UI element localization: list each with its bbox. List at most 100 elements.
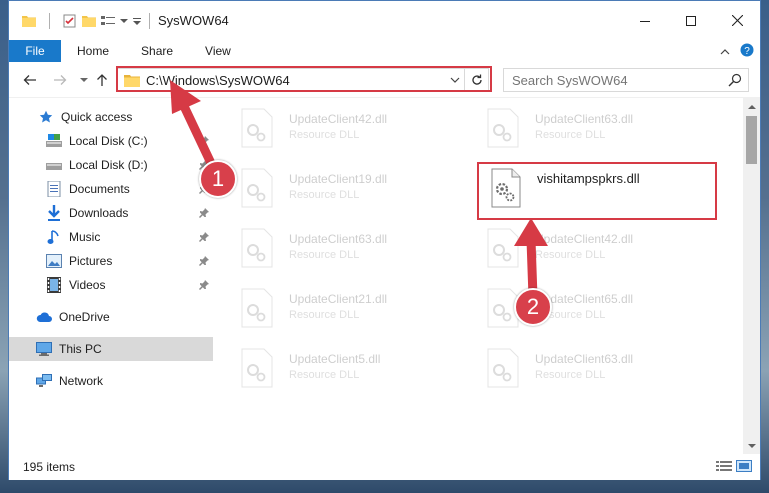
help-icon[interactable]: ? [740,43,754,60]
forward-button[interactable] [51,71,69,89]
search-icon[interactable] [728,73,742,90]
sidebar-item-network[interactable]: Network [9,369,213,393]
sidebar-item-music[interactable]: Music [9,225,213,249]
recent-locations-icon[interactable] [75,71,93,89]
sidebar-item-label: This PC [59,342,102,356]
sidebar-item-label: Videos [69,278,106,292]
file-name: UpdateClient21.dll [289,292,388,306]
dll-file-icon [241,228,277,272]
sidebar-item-documents[interactable]: Documents [9,177,213,201]
back-button[interactable] [21,71,39,89]
sidebar-item-label: Network [59,374,104,388]
file-name: UpdateClient5.dll [289,352,381,366]
list-item[interactable]: UpdateClient65.dll Resource DLL [477,282,713,338]
scrollbar-thumb[interactable] [746,116,757,164]
tab-home[interactable]: Home [61,40,125,62]
sidebar-item-videos[interactable]: Videos [9,273,213,297]
dll-file-icon [487,348,523,392]
list-item[interactable]: UpdateClient21.dll Resource DLL [231,282,467,338]
network-icon [36,373,52,389]
title-bar: SysWOW64 [9,1,760,40]
close-button[interactable] [714,1,760,40]
minimize-button[interactable] [622,1,668,40]
tab-view[interactable]: View [189,40,247,62]
search-box[interactable] [503,68,749,92]
file-name: UpdateClient19.dll [289,172,388,186]
tab-share[interactable]: Share [125,40,189,62]
sidebar-item-downloads[interactable]: Downloads [9,201,213,225]
status-bar: 195 items [9,454,760,480]
large-icons-view-icon[interactable] [736,460,752,475]
documents-icon [46,181,62,197]
pictures-icon [46,253,62,269]
sidebar-item-label: Quick access [61,110,133,124]
window-title: SysWOW64 [158,13,229,28]
sidebar-item-local-disk-c[interactable]: Local Disk (C:) [9,129,213,153]
window-controls [622,1,760,40]
list-item[interactable]: UpdateClient63.dll Resource DLL [231,222,467,278]
list-item[interactable]: UpdateClient5.dll Resource DLL [231,342,467,398]
customize-toolbar-icon[interactable] [133,17,141,25]
file-list: UpdateClient42.dll Resource DLL UpdateCl… [221,98,743,454]
step-badge-1: 1 [199,160,237,198]
dll-file-highlight [477,162,717,220]
quick-access-toolbar [22,12,141,29]
sidebar-item-label: Documents [69,182,130,196]
chevron-down-icon[interactable] [120,18,128,24]
sidebar-item-label: Local Disk (D:) [69,158,148,172]
sidebar-item-label: Pictures [69,254,113,268]
music-icon [46,229,62,245]
list-item[interactable]: UpdateClient19.dll Resource DLL [231,162,467,218]
computer-icon [36,341,52,357]
sidebar-item-local-disk-d[interactable]: Local Disk (D:) [9,153,213,177]
file-type: Resource DLL [289,309,360,321]
navigation-pane: Quick access Local Disk (C:) Local Disk … [9,98,213,454]
list-item[interactable]: UpdateClient63.dll Resource DLL [477,102,713,158]
download-icon [46,205,62,221]
view-options-icon[interactable] [101,15,115,27]
maximize-button[interactable] [668,1,714,40]
expand-ribbon-icon[interactable] [720,45,730,59]
file-type: Resource DLL [535,369,606,381]
dll-file-icon [241,288,277,332]
sidebar-item-quick-access[interactable]: Quick access [9,105,213,129]
toolbar-separator [49,12,50,29]
sidebar-item-onedrive[interactable]: OneDrive [9,305,213,329]
sidebar-item-this-pc[interactable]: This PC [9,337,213,361]
pin-icon[interactable] [199,279,209,293]
cloud-icon [36,309,52,325]
details-view-icon[interactable] [716,460,732,475]
ribbon-tabs: File Home Share View ? [9,40,760,62]
sidebar-item-pictures[interactable]: Pictures [9,249,213,273]
step-badge-2: 2 [514,288,552,326]
address-bar-highlight [116,66,492,92]
file-name: UpdateClient42.dll [535,232,634,246]
view-switcher [716,460,752,475]
up-button[interactable] [93,71,111,89]
title-separator [149,12,150,29]
new-folder-icon[interactable] [82,15,96,27]
pin-icon[interactable] [199,255,209,269]
tab-file[interactable]: File [9,40,61,62]
pin-icon[interactable] [199,231,209,245]
list-item[interactable]: UpdateClient63.dll Resource DLL [477,342,713,398]
ribbon-right-controls: ? [720,43,754,60]
pin-icon[interactable] [199,207,209,221]
list-item[interactable]: UpdateClient42.dll Resource DLL [231,102,467,158]
properties-icon[interactable] [63,14,77,28]
file-name: UpdateClient63.dll [289,232,388,246]
search-input[interactable] [512,72,712,88]
file-type: Resource DLL [535,129,606,141]
svg-text:?: ? [744,46,750,57]
item-count: 195 items [23,460,76,474]
scroll-up-button[interactable] [743,98,760,115]
pin-icon[interactable] [199,135,209,149]
list-item[interactable]: UpdateClient42.dll Resource DLL [477,222,713,278]
file-type: Resource DLL [289,129,360,141]
drive-icon [46,157,62,173]
scroll-down-button[interactable] [743,437,760,454]
vertical-scrollbar[interactable] [743,98,760,454]
dll-file-icon [487,108,523,152]
dll-file-icon [241,108,277,152]
sidebar-item-label: Downloads [69,206,129,220]
